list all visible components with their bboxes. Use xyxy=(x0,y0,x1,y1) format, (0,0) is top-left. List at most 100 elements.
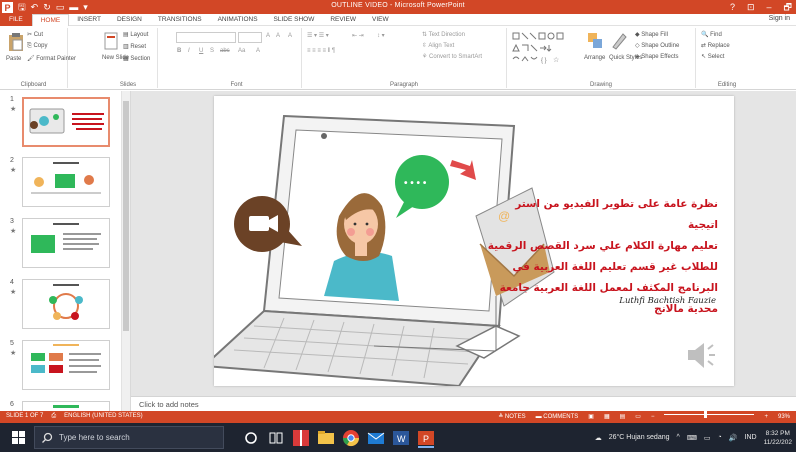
powerpoint-taskbar-icon[interactable]: P xyxy=(416,428,436,448)
weather-text[interactable]: 26°C Hujan sedang xyxy=(609,434,670,441)
find-button[interactable]: 🔍 Find xyxy=(701,31,722,38)
shape-fill-button[interactable]: ◆ Shape Fill xyxy=(635,31,668,38)
notes-pane[interactable]: Click to add notes xyxy=(131,396,796,411)
clock[interactable]: 8:32 PM 11/22/202 xyxy=(764,429,792,447)
thumbnails-scrollbar[interactable] xyxy=(121,91,130,411)
shape-effects-button[interactable]: ◈ Shape Effects xyxy=(635,53,679,60)
slideshow-view-icon[interactable]: ▭ xyxy=(635,413,641,420)
zoom-slider[interactable] xyxy=(664,411,755,418)
arrange-button[interactable]: Arrange xyxy=(584,55,605,61)
slide-sorter-icon[interactable]: ▦ xyxy=(604,413,610,420)
font-family-select[interactable] xyxy=(176,32,236,43)
slide-thumbnail-6[interactable] xyxy=(22,401,110,411)
tab-slide-show[interactable]: SLIDE SHOW xyxy=(266,14,323,26)
bullets-button[interactable]: ☰ ▾ ☰ ▾ xyxy=(307,32,329,39)
chrome-icon[interactable] xyxy=(341,428,361,448)
replace-button[interactable]: ⇄ Replace xyxy=(701,42,730,49)
shapes-gallery[interactable]: { } ☆ xyxy=(511,31,583,65)
weather-icon[interactable]: ☁ xyxy=(595,434,602,442)
quick-styles-icon[interactable] xyxy=(611,32,627,50)
tab-view[interactable]: VIEW xyxy=(364,14,397,26)
change-case-button[interactable]: Aa xyxy=(238,48,245,54)
font-color-button[interactable]: A xyxy=(256,48,260,54)
slide-thumbnail-4[interactable] xyxy=(22,279,110,329)
underline-button[interactable]: U xyxy=(199,48,203,54)
shadow-button[interactable]: S xyxy=(210,48,214,54)
proofing-icon[interactable]: ⎙ xyxy=(51,413,56,420)
format-painter-button[interactable]: 🖌 Format Painter xyxy=(27,55,76,62)
italic-button[interactable]: I xyxy=(188,48,190,54)
ribbon-display-icon[interactable]: ⊡ xyxy=(747,0,755,14)
layout-button[interactable]: ▤ Layout xyxy=(123,31,148,38)
section-button[interactable]: ▦ Section xyxy=(123,55,150,62)
tab-review[interactable]: REVIEW xyxy=(322,14,364,26)
bold-button[interactable]: B xyxy=(177,48,181,54)
notes-toggle[interactable]: ≜ NOTES xyxy=(498,413,525,420)
zoom-in-icon[interactable]: + xyxy=(764,414,768,420)
zoom-level[interactable]: 93% xyxy=(778,414,790,420)
comments-toggle[interactable]: ▬ COMMENTS xyxy=(536,414,579,420)
slide-thumbnail-2[interactable] xyxy=(22,157,110,207)
scrollbar-thumb[interactable] xyxy=(123,101,129,331)
help-icon[interactable]: ? xyxy=(730,0,735,14)
animation-star-icon: ★ xyxy=(10,167,17,174)
reading-view-icon[interactable]: ▤ xyxy=(620,413,626,420)
ribbon: Paste ✂ Cut ⎘ Copy 🖌 Format Painter Clip… xyxy=(0,26,796,90)
slide-thumbnail-1[interactable] xyxy=(22,97,110,147)
grow-font-button[interactable]: A xyxy=(266,33,270,39)
slide-thumbnail-3[interactable] xyxy=(22,218,110,268)
font-size-select[interactable] xyxy=(238,32,262,43)
battery-icon[interactable]: ▭ xyxy=(704,434,711,442)
zoom-slider-thumb[interactable] xyxy=(704,411,708,418)
network-icon[interactable]: ⌨ xyxy=(687,434,697,442)
tray-expand-icon[interactable]: ^ xyxy=(677,434,680,441)
thumb-2-preview xyxy=(31,162,101,194)
app-gift-icon[interactable] xyxy=(291,428,311,448)
new-slide-icon[interactable] xyxy=(104,32,118,50)
normal-view-icon[interactable]: ▣ xyxy=(588,413,594,420)
task-view-icon[interactable] xyxy=(266,428,286,448)
shrink-font-button[interactable]: A xyxy=(276,33,280,39)
current-slide[interactable]: • • • • @ نظرة عامة على تطوير الفيديو من… xyxy=(214,96,734,386)
author-name[interactable]: Luthfi Bachtish Fauzie xyxy=(584,296,716,306)
paste-button[interactable]: Paste xyxy=(6,56,21,62)
text-direction-button[interactable]: ⇅ Text Direction xyxy=(422,31,465,38)
cortana-icon[interactable] xyxy=(241,428,261,448)
shape-outline-button[interactable]: ◇ Shape Outline xyxy=(635,42,679,49)
arrange-icon[interactable] xyxy=(587,32,603,50)
word-icon[interactable]: W xyxy=(391,428,411,448)
wifi-icon[interactable]: ◔ xyxy=(718,434,722,441)
taskbar-search-box[interactable]: Type here to search xyxy=(34,426,224,449)
line-spacing-button[interactable]: ↕ ▾ xyxy=(377,32,385,39)
tab-home[interactable]: HOME xyxy=(31,13,70,26)
language-indicator[interactable]: ENGLISH (UNITED STATES) xyxy=(64,413,142,420)
indent-buttons[interactable]: ⇤ ⇥ xyxy=(352,32,364,39)
mail-icon[interactable] xyxy=(366,428,386,448)
convert-smartart-button[interactable]: ⚘ Convert to SmartArt xyxy=(422,53,482,60)
tab-insert[interactable]: INSERT xyxy=(69,14,109,26)
tab-file[interactable]: FILE xyxy=(0,13,32,26)
tab-animations[interactable]: ANIMATIONS xyxy=(210,14,266,26)
tab-transitions[interactable]: TRANSITIONS xyxy=(150,14,210,26)
align-text-button[interactable]: ⇳ Align Text xyxy=(422,42,454,49)
slide-thumbnail-5[interactable] xyxy=(22,340,110,390)
sign-in-link[interactable]: Sign in xyxy=(769,15,790,22)
cut-button[interactable]: ✂ Cut xyxy=(27,31,43,38)
clear-formatting-button[interactable]: A xyxy=(288,33,292,39)
file-explorer-icon[interactable] xyxy=(316,428,336,448)
tab-design[interactable]: DESIGN xyxy=(109,14,150,26)
copy-button[interactable]: ⎘ Copy xyxy=(27,43,47,50)
select-button[interactable]: ↖ Select xyxy=(701,53,724,60)
restore-icon[interactable]: 🗗 xyxy=(784,0,792,14)
zoom-out-icon[interactable]: − xyxy=(651,414,655,420)
alignment-buttons[interactable]: ≡ ≡ ≡ ≡ ⫴ ¶ xyxy=(307,48,335,55)
strikethrough-button[interactable]: abc xyxy=(220,48,230,54)
chat-dots: • • • • xyxy=(404,178,427,189)
text-direction-label: Text Direction xyxy=(428,32,465,38)
input-language[interactable]: IND xyxy=(745,434,757,441)
reset-button[interactable]: ▥ Reset xyxy=(123,43,146,50)
windows-start-icon[interactable] xyxy=(12,431,25,444)
minimize-icon[interactable]: – xyxy=(767,0,772,14)
volume-icon[interactable]: 🔊 xyxy=(729,434,738,442)
paste-icon[interactable] xyxy=(8,32,24,52)
